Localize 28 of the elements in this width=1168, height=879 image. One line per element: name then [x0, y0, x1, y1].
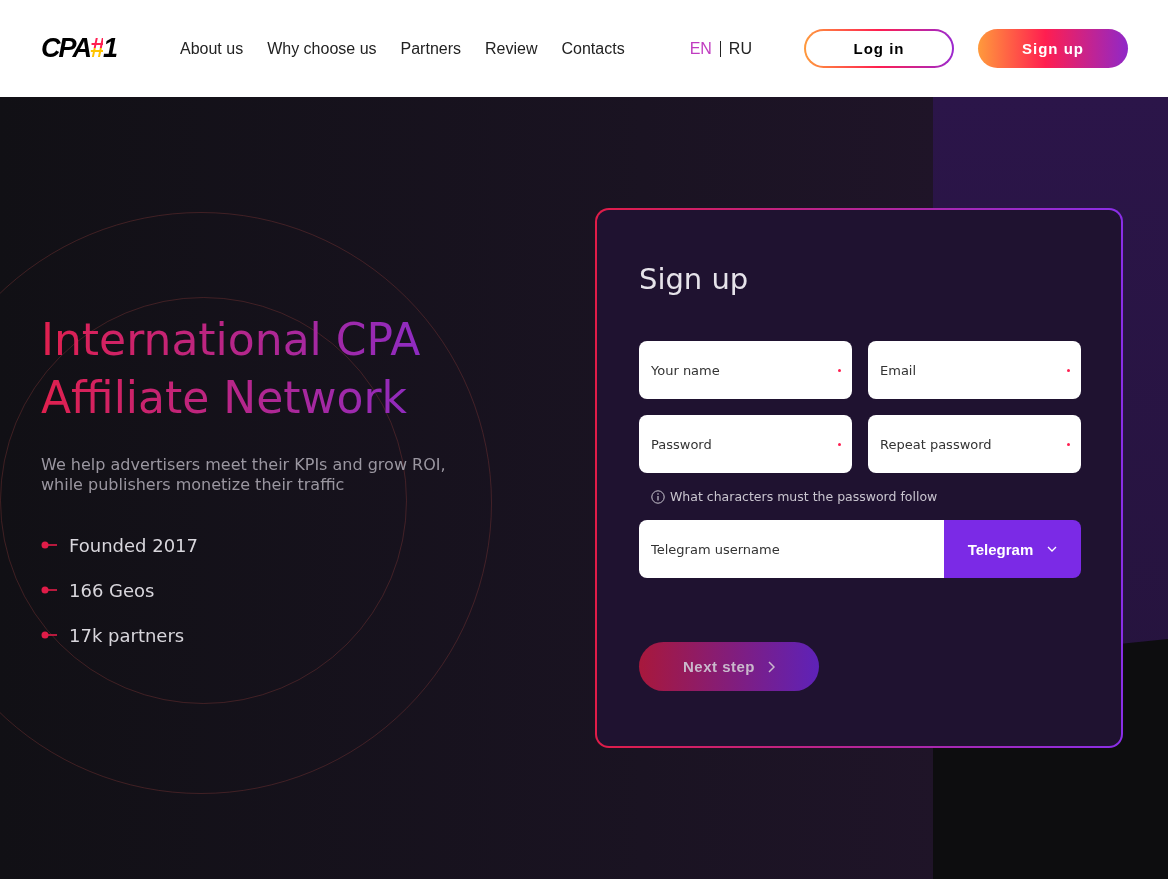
chevron-right-icon	[767, 660, 775, 673]
messenger-select[interactable]: Telegram	[944, 520, 1081, 578]
language-link[interactable]: EN	[689, 39, 712, 58]
signup-button[interactable]: Sign up	[978, 29, 1128, 68]
nav-link[interactable]: About us	[180, 39, 244, 58]
bullet-icon	[41, 631, 57, 639]
fact-text: Founded 2017	[69, 534, 198, 556]
nav-link[interactable]: Why choose us	[267, 39, 377, 58]
hero-subtitle: We help advertisers meet their KPIs and grow ROI, while publishers monetize their traffic	[41, 454, 447, 495]
fact-text: 17k partners	[69, 624, 185, 646]
bullet-icon	[41, 586, 57, 594]
password-hint: What characters must the password follow	[670, 489, 938, 504]
next-step-button[interactable]: Next step	[639, 642, 819, 691]
login-button[interactable]: Log in	[804, 29, 954, 68]
input-field[interactable]: Password	[639, 415, 852, 473]
input-field[interactable]: Repeat password	[868, 415, 1081, 473]
input-field[interactable]: Your name	[639, 341, 852, 399]
input-field[interactable]: Email	[868, 341, 1081, 399]
bullet-icon	[41, 541, 57, 549]
chevron-down-icon	[1047, 546, 1058, 552]
form-title: Sign up	[639, 262, 750, 296]
info-icon	[651, 489, 665, 504]
fact-text: 166 Geos	[69, 579, 155, 601]
nav-link[interactable]: Contacts	[561, 39, 625, 58]
language-link[interactable]: RU	[728, 39, 752, 58]
input-field[interactable]: Telegram username	[639, 520, 944, 578]
nav-link[interactable]: Review	[485, 39, 538, 58]
nav-link[interactable]: Partners	[400, 39, 461, 58]
